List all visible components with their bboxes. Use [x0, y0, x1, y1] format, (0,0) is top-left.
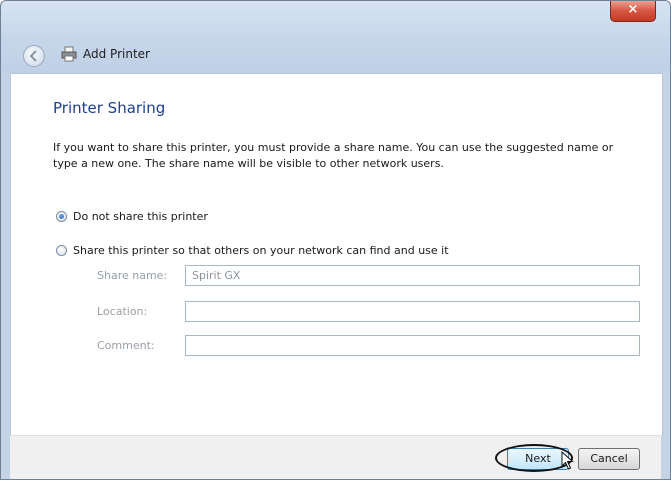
- radio-button-checked[interactable]: [56, 210, 67, 222]
- share-name-field[interactable]: Spirit GX: [185, 265, 640, 286]
- location-field[interactable]: [185, 301, 640, 322]
- back-arrow-icon: [29, 50, 37, 62]
- title-bar: [1, 1, 670, 73]
- back-button[interactable]: [23, 45, 45, 67]
- share-name-label: Share name:: [97, 269, 168, 282]
- radio-label: Do not share this printer: [73, 209, 208, 223]
- location-label: Location:: [97, 305, 148, 318]
- close-button[interactable]: ×: [610, 1, 656, 22]
- page-description: If you want to share this printer, you m…: [53, 141, 614, 170]
- comment-label: Comment:: [97, 339, 155, 352]
- printer-icon: [61, 46, 77, 62]
- add-printer-dialog: × Add Printer Printer Sharing If you wan…: [0, 0, 671, 480]
- radio-share-printer[interactable]: Share this printer so that others on you…: [56, 242, 449, 258]
- comment-field[interactable]: [185, 335, 640, 356]
- close-icon: ×: [627, 2, 639, 17]
- page-title: Printer Sharing: [53, 99, 166, 117]
- window-title: Add Printer: [83, 47, 150, 61]
- radio-do-not-share[interactable]: Do not share this printer: [56, 208, 208, 224]
- cancel-button[interactable]: Cancel: [578, 448, 640, 470]
- radio-button-unchecked[interactable]: [56, 244, 67, 256]
- mouse-pointer-icon: [561, 451, 574, 470]
- radio-label: Share this printer so that others on you…: [73, 243, 449, 257]
